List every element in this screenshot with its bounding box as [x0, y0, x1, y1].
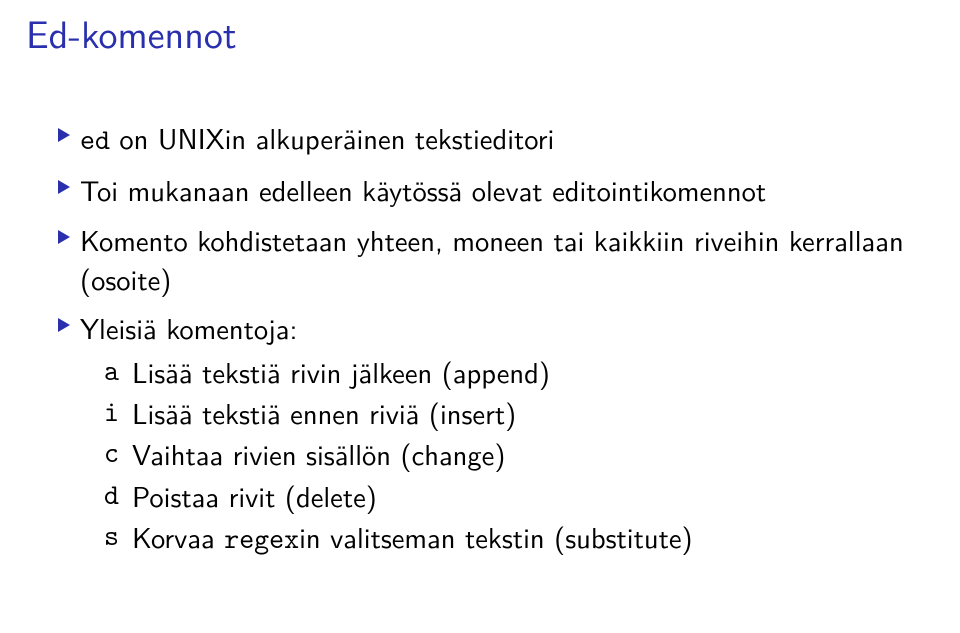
- bullet-item: Toi mukanaan edelleen käytössä olevat ed…: [58, 170, 920, 209]
- text: on UNIXin alkuperäinen tekstieditori: [110, 116, 554, 158]
- bullet-item: Yleisiä komentoja:: [58, 308, 920, 347]
- bullet-text: Komento kohdistetaan yhteen, moneen tai …: [80, 220, 920, 299]
- text: in valitseman tekstin (substitute): [299, 515, 693, 557]
- sub-list: a Lisää tekstiä rivin jälkeen (append) i…: [104, 352, 920, 560]
- sub-text: Poistaa rivit (delete): [132, 476, 920, 515]
- sub-letter: c: [104, 434, 132, 473]
- bullet-text: Toi mukanaan edelleen käytössä olevat ed…: [80, 170, 920, 209]
- sub-text: Lisää tekstiä ennen riviä (insert): [132, 393, 920, 432]
- sub-item: c Vaihtaa rivien sisällön (change): [104, 434, 920, 473]
- sub-letter: a: [104, 352, 132, 391]
- triangle-icon: [58, 230, 80, 244]
- sub-item: i Lisää tekstiä ennen riviä (insert): [104, 393, 920, 432]
- sub-letter: i: [104, 393, 132, 432]
- triangle-icon: [58, 318, 80, 332]
- sub-item: a Lisää tekstiä rivin jälkeen (append): [104, 352, 920, 391]
- triangle-icon: [58, 180, 80, 194]
- sub-letter: s: [104, 517, 132, 556]
- sub-text: Korvaa regexin valitseman tekstin (subst…: [132, 517, 920, 559]
- sub-item: s Korvaa regexin valitseman tekstin (sub…: [104, 517, 920, 559]
- text: Korvaa: [132, 515, 224, 557]
- bullet-text: Yleisiä komentoja:: [80, 308, 920, 347]
- bullet-item: Komento kohdistetaan yhteen, moneen tai …: [58, 220, 920, 299]
- slide-title: Ed-komennot: [26, 4, 237, 60]
- mono-text: regex: [224, 520, 299, 558]
- sub-text: Vaihtaa rivien sisällön (change): [132, 434, 920, 473]
- mono-text: ed: [80, 121, 110, 159]
- bullet-text: ed on UNIXin alkuperäinen tekstieditori: [80, 118, 920, 160]
- sub-letter: d: [104, 476, 132, 515]
- slide-content: ed on UNIXin alkuperäinen tekstieditori …: [58, 118, 920, 561]
- triangle-icon: [58, 128, 80, 142]
- slide: Ed-komennot ed on UNIXin alkuperäinen te…: [0, 0, 960, 633]
- sub-item: d Poistaa rivit (delete): [104, 476, 920, 515]
- bullet-item: ed on UNIXin alkuperäinen tekstieditori: [58, 118, 920, 160]
- sub-text: Lisää tekstiä rivin jälkeen (append): [132, 352, 920, 391]
